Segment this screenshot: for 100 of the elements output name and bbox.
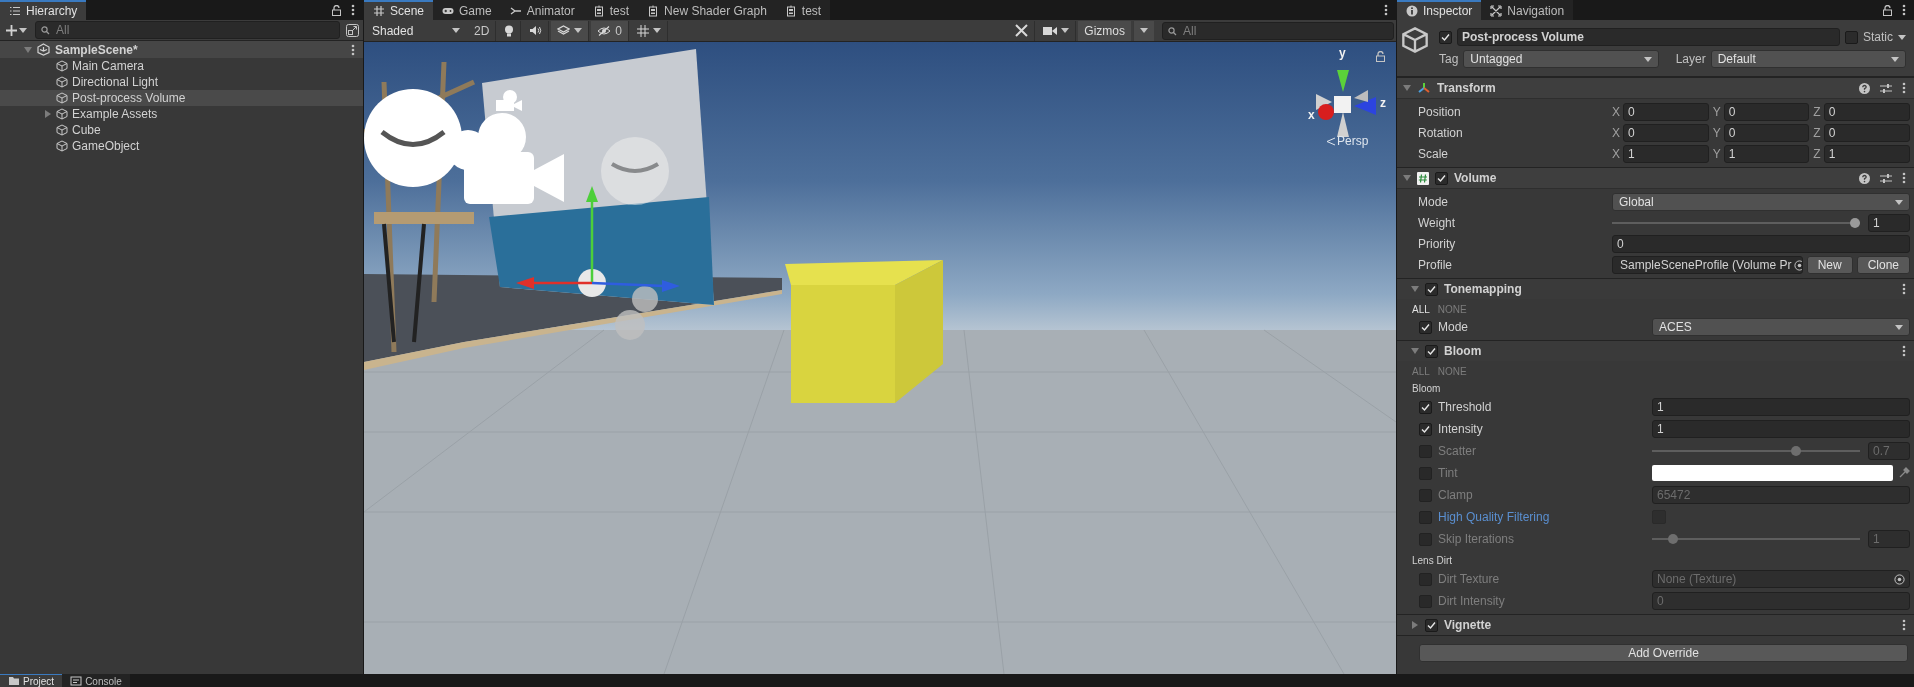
tab[interactable]: Inspector	[1397, 0, 1482, 20]
hierarchy-item[interactable]: Main Camera	[0, 58, 363, 74]
tag-dropdown[interactable]: Untagged	[1463, 50, 1659, 68]
more-options-icon[interactable]	[1384, 4, 1388, 16]
more-options-icon[interactable]	[1902, 345, 1906, 357]
add-override-button[interactable]: Add Override	[1419, 644, 1908, 662]
lock-icon[interactable]	[1883, 4, 1892, 16]
checkbox[interactable]	[1419, 320, 1432, 334]
layer-dropdown[interactable]: Default	[1710, 50, 1906, 68]
search-field[interactable]: All	[1162, 21, 1394, 40]
scene-item[interactable]: SampleScene*	[0, 41, 363, 58]
projection-toggle[interactable]: Persp	[1326, 134, 1369, 148]
tab[interactable]: test	[583, 0, 639, 20]
checkbox[interactable]	[1419, 400, 1432, 414]
tab[interactable]: Console	[62, 674, 130, 687]
dropdown[interactable]: Global	[1612, 193, 1910, 211]
hidden-objects-toggle[interactable]: 0	[591, 20, 630, 41]
expand-arrow-icon[interactable]	[1411, 347, 1419, 355]
axis-label: X	[1612, 126, 1620, 140]
tab[interactable]: Project	[0, 674, 63, 687]
tab[interactable]: Navigation	[1481, 0, 1574, 20]
scene-name: SampleScene*	[55, 42, 138, 57]
search-field[interactable]: All	[35, 21, 340, 39]
profile-button[interactable]: Clone	[1856, 256, 1910, 274]
eyedropper-icon[interactable]	[1898, 467, 1910, 479]
checkbox[interactable]	[1439, 30, 1452, 44]
hierarchy-tab[interactable]: Hierarchy	[0, 0, 87, 20]
checkbox[interactable]	[1845, 30, 1858, 44]
override-header[interactable]: Vignette	[1397, 614, 1914, 635]
number-field[interactable]: 0	[1612, 235, 1910, 253]
number-field[interactable]: 1	[1823, 145, 1910, 163]
number-field[interactable]: 0	[1823, 103, 1910, 121]
light-bulb-icon	[504, 24, 515, 37]
more-options-icon[interactable]	[1902, 283, 1906, 295]
hierarchy-item[interactable]: Cube	[0, 122, 363, 138]
more-options-icon[interactable]	[1902, 82, 1906, 94]
number-field[interactable]: 1	[1652, 420, 1910, 438]
hierarchy-item[interactable]: GameObject	[0, 138, 363, 154]
checkbox[interactable]	[1419, 422, 1432, 436]
override-header[interactable]: Tonemapping	[1397, 278, 1914, 299]
preset-sliders-icon[interactable]	[1880, 82, 1892, 94]
expand-arrow-icon[interactable]	[1403, 84, 1411, 92]
number-field[interactable]: 0	[1623, 124, 1709, 142]
slider-thumb[interactable]	[1850, 218, 1860, 228]
number-field[interactable]: 0	[1723, 103, 1810, 121]
slider-thumb[interactable]	[1667, 534, 1678, 544]
number-field[interactable]: 1	[1868, 214, 1910, 232]
component-header[interactable]: Transform	[1397, 77, 1914, 99]
object-picker-icon[interactable]	[1894, 573, 1905, 585]
lock-icon[interactable]	[332, 4, 341, 16]
more-options-icon[interactable]	[351, 43, 355, 56]
number-field[interactable]: 1	[1652, 398, 1910, 416]
tab[interactable]: New Shader Graph	[638, 0, 776, 20]
help-icon[interactable]	[1859, 172, 1870, 184]
number-field[interactable]: 0	[1823, 124, 1910, 142]
hierarchy-item[interactable]: Example Assets	[0, 106, 363, 122]
override-header[interactable]: Bloom	[1397, 340, 1914, 361]
dropdown[interactable]: ACES	[1652, 318, 1910, 336]
more-options-icon[interactable]	[351, 4, 355, 16]
number-field[interactable]: 1	[1723, 145, 1810, 163]
expand-icon[interactable]	[346, 23, 359, 37]
tab[interactable]: Game	[433, 0, 501, 20]
component-header[interactable]: Volume	[1397, 167, 1914, 189]
expand-arrow-icon[interactable]	[1403, 174, 1411, 182]
more-options-icon[interactable]	[1902, 4, 1906, 16]
expand-arrow-icon[interactable]	[1411, 285, 1419, 293]
tab[interactable]: Animator	[500, 0, 584, 20]
profile-button[interactable]: New	[1806, 256, 1853, 274]
lock-icon[interactable]	[1376, 51, 1385, 62]
axis-label: z	[1380, 96, 1386, 110]
checkbox[interactable]	[1425, 282, 1438, 296]
gizmos-button[interactable]: Gizmos	[1078, 20, 1131, 41]
checkbox[interactable]	[1425, 618, 1438, 632]
checkbox[interactable]	[1425, 344, 1438, 358]
checkbox[interactable]	[1435, 171, 1448, 185]
hierarchy-item[interactable]: Directional Light	[0, 74, 363, 90]
preset-sliders-icon[interactable]	[1880, 172, 1892, 184]
more-options-icon[interactable]	[1902, 172, 1906, 184]
caret-icon	[574, 28, 583, 33]
help-icon[interactable]	[1859, 82, 1870, 94]
gizmos-menu-button[interactable]	[1133, 20, 1154, 41]
number-field[interactable]: 0	[1623, 103, 1709, 121]
number-field[interactable]: 1	[1623, 145, 1709, 163]
2d-toggle[interactable]: 2D	[468, 20, 497, 41]
name-field[interactable]: Post-process Volume	[1457, 28, 1840, 46]
select-all-button[interactable]: ALL	[1412, 302, 1430, 316]
slider-thumb[interactable]	[1790, 446, 1801, 456]
expand-arrow-icon[interactable]	[1411, 621, 1419, 629]
expand-arrow-icon[interactable]	[44, 110, 52, 118]
hierarchy-item[interactable]: Post-process Volume	[0, 90, 363, 106]
number-field[interactable]: 0	[1723, 124, 1810, 142]
scene-viewport[interactable]: y z x Persp	[364, 42, 1396, 674]
effects-dropdown[interactable]	[551, 20, 590, 41]
tab[interactable]: Scene	[364, 0, 434, 20]
draw-mode-dropdown[interactable]: Shaded	[366, 21, 466, 40]
color-swatch[interactable]	[1652, 465, 1893, 481]
object-field[interactable]: SampleSceneProfile (Volume Pr	[1612, 256, 1803, 274]
object-picker-icon[interactable]	[1794, 259, 1802, 271]
more-options-icon[interactable]	[1902, 619, 1906, 631]
tab[interactable]: test	[775, 0, 831, 20]
